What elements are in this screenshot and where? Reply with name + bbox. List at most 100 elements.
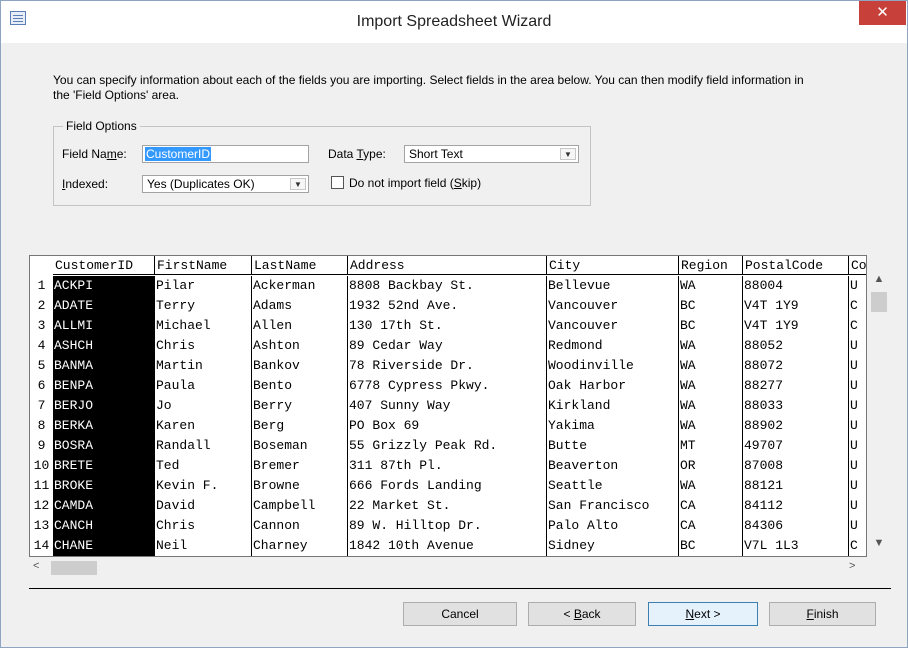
scroll-right-icon[interactable]: > xyxy=(849,560,855,572)
table-cell[interactable]: Kirkland xyxy=(547,396,679,416)
table-cell[interactable]: David xyxy=(155,496,252,516)
table-cell[interactable]: 88004 xyxy=(743,276,849,296)
table-cell[interactable]: WA xyxy=(679,396,743,416)
table-cell[interactable]: Yakima xyxy=(547,416,679,436)
table-cell[interactable]: Cannon xyxy=(252,516,348,536)
table-cell[interactable]: Martin xyxy=(155,356,252,376)
table-cell[interactable]: 22 Market St. xyxy=(348,496,547,516)
table-cell[interactable]: U xyxy=(849,336,866,356)
table-cell[interactable]: BC xyxy=(679,316,743,336)
table-cell[interactable]: WA xyxy=(679,376,743,396)
table-cell[interactable]: Boseman xyxy=(252,436,348,456)
finish-button[interactable]: Finish xyxy=(769,602,876,626)
table-cell[interactable]: Allen xyxy=(252,316,348,336)
table-cell[interactable]: WA xyxy=(679,336,743,356)
table-cell[interactable]: Palo Alto xyxy=(547,516,679,536)
table-cell[interactable]: 88033 xyxy=(743,396,849,416)
table-cell[interactable]: U xyxy=(849,456,866,476)
table-cell[interactable]: ADATE xyxy=(53,296,155,316)
vertical-scroll-thumb[interactable] xyxy=(871,292,887,312)
column-header[interactable]: PostalCode xyxy=(743,256,849,275)
back-button[interactable]: < Back xyxy=(528,602,636,626)
next-button[interactable]: Next > xyxy=(648,602,758,626)
table-cell[interactable]: C xyxy=(849,316,866,336)
table-cell[interactable]: 88277 xyxy=(743,376,849,396)
horizontal-scrollbar[interactable]: < > xyxy=(29,557,867,579)
table-cell[interactable]: Ashton xyxy=(252,336,348,356)
column-header[interactable]: Region xyxy=(679,256,743,275)
table-cell[interactable]: 407 Sunny Way xyxy=(348,396,547,416)
table-cell[interactable]: Berg xyxy=(252,416,348,436)
table-cell[interactable]: C xyxy=(849,296,866,316)
column-header[interactable]: Address xyxy=(348,256,547,275)
table-cell[interactable]: BENPA xyxy=(53,376,155,396)
table-cell[interactable]: Beaverton xyxy=(547,456,679,476)
table-cell[interactable]: Neil xyxy=(155,536,252,556)
table-cell[interactable]: Seattle xyxy=(547,476,679,496)
table-cell[interactable]: Karen xyxy=(155,416,252,436)
table-cell[interactable]: WA xyxy=(679,476,743,496)
table-cell[interactable]: 88072 xyxy=(743,356,849,376)
table-cell[interactable]: BROKE xyxy=(53,476,155,496)
table-cell[interactable]: BOSRA xyxy=(53,436,155,456)
table-cell[interactable]: U xyxy=(849,376,866,396)
table-cell[interactable]: CA xyxy=(679,516,743,536)
table-cell[interactable]: ACKPI xyxy=(53,276,155,296)
table-cell[interactable]: U xyxy=(849,396,866,416)
table-cell[interactable]: Bellevue xyxy=(547,276,679,296)
chevron-down-icon[interactable]: ▼ xyxy=(560,148,576,160)
indexed-select[interactable]: Yes (Duplicates OK) ▼ xyxy=(142,175,309,193)
table-cell[interactable]: 1842 10th Avenue xyxy=(348,536,547,556)
table-cell[interactable]: ASHCH xyxy=(53,336,155,356)
table-cell[interactable]: U xyxy=(849,436,866,456)
scroll-down-icon[interactable]: ▼ xyxy=(867,537,891,549)
table-cell[interactable]: Chris xyxy=(155,336,252,356)
table-cell[interactable]: 8808 Backbay St. xyxy=(348,276,547,296)
skip-field-label[interactable]: Do not import field (Skip) xyxy=(349,176,481,190)
table-cell[interactable]: 666 Fords Landing xyxy=(348,476,547,496)
table-cell[interactable]: 130 17th St. xyxy=(348,316,547,336)
table-cell[interactable]: 55 Grizzly Peak Rd. xyxy=(348,436,547,456)
table-cell[interactable]: Campbell xyxy=(252,496,348,516)
table-cell[interactable]: Berry xyxy=(252,396,348,416)
table-cell[interactable]: BC xyxy=(679,296,743,316)
table-cell[interactable]: BERKA xyxy=(53,416,155,436)
table-cell[interactable]: U xyxy=(849,356,866,376)
table-cell[interactable]: Butte xyxy=(547,436,679,456)
scroll-left-icon[interactable]: < xyxy=(33,560,39,572)
table-cell[interactable]: 84306 xyxy=(743,516,849,536)
table-cell[interactable]: 6778 Cypress Pkwy. xyxy=(348,376,547,396)
table-cell[interactable]: Jo xyxy=(155,396,252,416)
table-cell[interactable]: V4T 1Y9 xyxy=(743,316,849,336)
table-cell[interactable]: 88121 xyxy=(743,476,849,496)
table-cell[interactable]: U xyxy=(849,276,866,296)
column-header[interactable]: FirstName xyxy=(155,256,252,275)
table-cell[interactable]: 49707 xyxy=(743,436,849,456)
table-cell[interactable]: BERJO xyxy=(53,396,155,416)
scroll-up-icon[interactable]: ▲ xyxy=(867,273,891,285)
table-cell[interactable]: Charney xyxy=(252,536,348,556)
table-cell[interactable]: CHANE xyxy=(53,536,155,556)
table-cell[interactable]: San Francisco xyxy=(547,496,679,516)
table-cell[interactable]: Bento xyxy=(252,376,348,396)
table-cell[interactable]: U xyxy=(849,496,866,516)
table-cell[interactable]: 311 87th Pl. xyxy=(348,456,547,476)
chevron-down-icon[interactable]: ▼ xyxy=(290,178,306,190)
table-cell[interactable]: C xyxy=(849,536,866,556)
data-type-select[interactable]: Short Text ▼ xyxy=(404,145,579,163)
table-cell[interactable]: CA xyxy=(679,496,743,516)
table-cell[interactable]: V7L 1L3 xyxy=(743,536,849,556)
table-cell[interactable]: WA xyxy=(679,356,743,376)
table-cell[interactable]: BC xyxy=(679,536,743,556)
table-cell[interactable]: 1932 52nd Ave. xyxy=(348,296,547,316)
table-cell[interactable]: Vancouver xyxy=(547,316,679,336)
table-cell[interactable]: Paula xyxy=(155,376,252,396)
data-preview-grid[interactable]: CustomerID FirstName LastName Address City Re… xyxy=(29,255,867,557)
close-button[interactable]: ✕ xyxy=(859,1,906,25)
table-cell[interactable]: Adams xyxy=(252,296,348,316)
table-cell[interactable]: MT xyxy=(679,436,743,456)
table-cell[interactable]: Vancouver xyxy=(547,296,679,316)
table-cell[interactable]: Michael xyxy=(155,316,252,336)
table-cell[interactable]: BANMA xyxy=(53,356,155,376)
table-cell[interactable]: U xyxy=(849,416,866,436)
